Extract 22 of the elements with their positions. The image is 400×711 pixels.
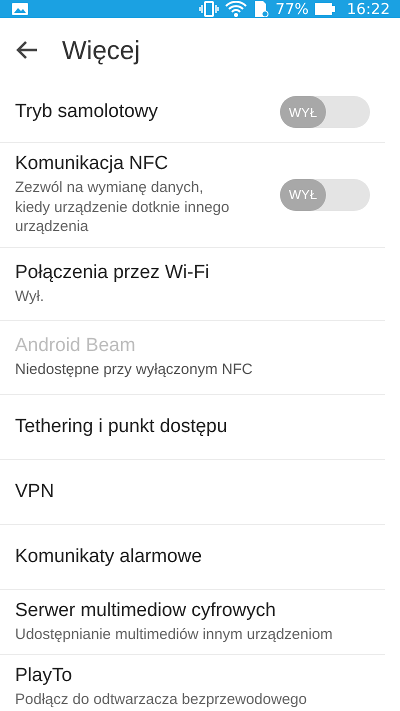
- setting-summary: Zezwól na wymianę danych, kiedy urządzenie dotknie innego urządzenia: [15, 178, 230, 236]
- toggle-thumb: WYŁ: [280, 96, 326, 128]
- setting-title[interactable]: Tryb samolotowy: [15, 101, 280, 123]
- setting-summary: Udostępnianie multimediów innym urządzeniom: [15, 624, 334, 644]
- setting-title[interactable]: Tethering i punkt dostępu: [15, 416, 370, 438]
- setting-summary: Wył.: [15, 286, 46, 306]
- page-title: Więcej: [62, 34, 140, 66]
- setting-title[interactable]: Komunikacja NFC: [15, 153, 280, 175]
- setting-title[interactable]: Serwer multimediow cyfrowych: [15, 600, 370, 622]
- back-arrow-icon[interactable]: [16, 40, 38, 60]
- setting-title[interactable]: Komunikaty alarmowe: [15, 546, 370, 568]
- setting-title[interactable]: VPN: [15, 480, 370, 502]
- setting-summary: Niedostępne przy wyłączonym NFC: [15, 360, 254, 380]
- clock: 16:22: [346, 0, 390, 18]
- toggle-thumb: WYŁ: [280, 178, 326, 211]
- battery-icon: [314, 3, 335, 15]
- setting-summary: Podłącz do odtwarzacza bezprzewodowego: [15, 690, 308, 710]
- setting-title[interactable]: PlayTo: [15, 665, 370, 687]
- picture-icon: [12, 3, 28, 15]
- battery-percent: 77%: [275, 0, 309, 18]
- setting-title[interactable]: Połączenia przez Wi-Fi: [15, 262, 370, 284]
- setting-title: Android Beam: [15, 335, 136, 357]
